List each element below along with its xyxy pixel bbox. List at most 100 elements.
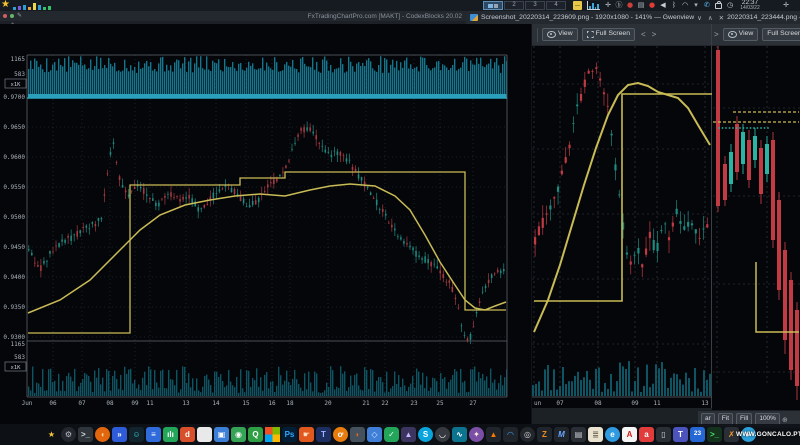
forward-button[interactable]: > <box>652 30 657 39</box>
settings-gear-icon[interactable]: ⚙ <box>61 427 76 442</box>
system-monitor-icon[interactable] <box>587 1 600 10</box>
view-button[interactable]: View <box>722 28 759 41</box>
keyboard-app-icon[interactable]: ▤ <box>571 427 586 442</box>
window-max-dot[interactable] <box>10 14 14 18</box>
discord-icon[interactable]: ◡ <box>435 427 450 442</box>
tray-overflow-icon[interactable]: ✛ <box>782 0 790 11</box>
svg-text:21: 21 <box>362 400 370 407</box>
gwenview1-title: Screenshot_20220314_223609.png - 1920x10… <box>481 14 695 21</box>
shade-button[interactable]: ∨ <box>697 14 702 22</box>
vlc-icon[interactable]: ▲ <box>486 427 501 442</box>
clipboard-icon[interactable]: ▤ <box>637 0 645 11</box>
svg-text:0.9350: 0.9350 <box>3 304 25 311</box>
smiley-app-icon[interactable]: ☺ <box>129 427 144 442</box>
close-button[interactable]: ✕ <box>719 14 724 22</box>
right-chart-image[interactable] <box>713 46 800 410</box>
ide-icon[interactable]: » <box>112 427 127 442</box>
m-app-icon[interactable]: M <box>554 427 569 442</box>
svg-text:06: 06 <box>49 400 57 407</box>
timer-icon[interactable]: ◷ <box>726 0 734 11</box>
green-terminal-icon[interactable]: >_ <box>707 427 722 442</box>
workspace-3[interactable]: 3 <box>525 1 545 10</box>
workspace-1[interactable] <box>483 1 503 10</box>
workspace-4[interactable]: 4 <box>546 1 566 10</box>
svg-text:1165: 1165 <box>11 56 26 63</box>
calendar-23-icon[interactable]: 23 <box>690 427 705 442</box>
system-tray[interactable]: ✛ ⓑ ● ▤ ● ◀ ᛒ ◠ ▾ ✆ ◷ <box>604 0 734 11</box>
obs-icon[interactable]: ◎ <box>520 427 535 442</box>
sticky-note-icon[interactable] <box>573 1 582 10</box>
photos-app-icon[interactable]: ▣ <box>214 427 229 442</box>
microsoft-logo-icon[interactable] <box>265 427 280 442</box>
fullscreen-button[interactable]: Full Screen <box>762 28 800 41</box>
palette-app-icon[interactable]: ✦ <box>469 427 484 442</box>
edge-icon[interactable]: e <box>605 427 620 442</box>
stream-app-icon[interactable]: ∿ <box>452 427 467 442</box>
favorites-star-icon[interactable]: ★ <box>44 427 59 442</box>
zoom-icon[interactable]: ⊕ <box>782 416 788 424</box>
stats-app-icon[interactable]: ılı <box>163 427 178 442</box>
svg-text:27: 27 <box>469 400 477 407</box>
hand-app-icon[interactable]: ☛ <box>299 427 314 442</box>
bluetooth-icon[interactable]: ᛒ <box>670 0 678 11</box>
toolbar-divider <box>537 27 538 42</box>
notes-app-icon[interactable]: ≣ <box>588 427 603 442</box>
white-app-icon[interactable] <box>197 427 212 442</box>
wifi-icon[interactable]: ◠ <box>681 0 689 11</box>
t-app-icon[interactable]: T <box>316 427 331 442</box>
camera-app-icon[interactable]: ◉ <box>231 427 246 442</box>
record-badge-icon[interactable]: ● <box>626 0 634 11</box>
desktop: ★ 234 ✛ ⓑ ● ▤ ● ◀ ᛒ ◠ ▾ ✆ ◷ 22:37 14/03/22 ✛ ✎ FxT… <box>0 0 800 445</box>
caret-down-icon[interactable]: ▾ <box>692 0 700 11</box>
red-a-app-icon[interactable]: a <box>639 427 654 442</box>
eye-icon <box>727 31 737 38</box>
firefox-icon[interactable]: ◖ <box>95 427 110 442</box>
volume-icon[interactable]: ◀ <box>659 0 667 11</box>
svg-text:20: 20 <box>324 400 332 407</box>
shark-app-icon[interactable]: ◠ <box>503 427 518 442</box>
terminal-icon[interactable]: >_ <box>78 427 93 442</box>
left-chart-window[interactable]: x1K x1K 1165 583 0.9700 0.9650 0.9600 0.9550 0.9… <box>0 24 532 424</box>
tasks-app-icon[interactable]: ≡ <box>146 427 161 442</box>
forward-button[interactable]: > <box>714 30 719 39</box>
right-chart-window[interactable] <box>713 46 800 410</box>
gwenview2-title: 20220314_223444.png - 1920x1080 - <box>727 14 800 21</box>
teams-icon[interactable]: T <box>673 427 688 442</box>
svg-text:14: 14 <box>212 400 220 407</box>
mountain-app-icon[interactable]: ▲ <box>401 427 416 442</box>
maximize-button[interactable]: ∧ <box>708 14 713 22</box>
svg-text:x1K: x1K <box>11 365 22 371</box>
back-button[interactable]: < <box>641 30 646 39</box>
workspace-2[interactable]: 2 <box>504 1 524 10</box>
blender-icon[interactable]: ơ <box>333 427 348 442</box>
svg-text:0.9600: 0.9600 <box>3 154 25 161</box>
mini-equalizer-bars <box>13 3 51 10</box>
b-circle-icon[interactable]: ⓑ <box>615 0 623 11</box>
left-chart-image[interactable]: x1K x1K 1165 583 0.9700 0.9650 0.9600 0.9550 0.9… <box>0 24 531 424</box>
mini-bar <box>18 6 21 10</box>
background-window-title: FxTradingChartPro.com [MAKT] - CodexBloc… <box>307 12 462 20</box>
photoshop-icon[interactable]: Ps <box>282 427 297 442</box>
lock-icon[interactable] <box>715 0 722 9</box>
clock[interactable]: 22:37 14/03/22 <box>734 0 766 11</box>
phone-app-icon[interactable]: ▯ <box>656 427 671 442</box>
favorites-star-icon[interactable]: ★ <box>1 0 10 10</box>
middle-chart-window[interactable]: un 07 08 09 11 13 <box>532 46 712 424</box>
z-app-icon[interactable]: Z <box>537 427 552 442</box>
kdeconnect-phone-icon[interactable]: ✆ <box>703 0 711 11</box>
middle-chart-image[interactable]: un 07 08 09 11 13 <box>532 46 712 424</box>
fish-app-icon[interactable]: ◗ <box>350 427 365 442</box>
pdf-reader-icon[interactable]: A <box>622 427 637 442</box>
workspace-pager[interactable]: 234 <box>483 1 566 10</box>
skype-icon[interactable]: S <box>418 427 433 442</box>
tools-cross-icon[interactable]: ✛ <box>604 0 612 11</box>
shield-app-icon[interactable]: ✓ <box>384 427 399 442</box>
view-button[interactable]: View <box>542 28 578 41</box>
gwenview-titlebar[interactable]: Screenshot_20220314_223609.png - 1920x10… <box>466 11 800 25</box>
fullscreen-button[interactable]: Full Screen <box>581 28 635 41</box>
window-close-dot[interactable] <box>3 14 7 18</box>
cube-app-icon[interactable]: ◇ <box>367 427 382 442</box>
record-dot-icon[interactable]: ● <box>648 0 656 11</box>
d-app-icon[interactable]: d <box>180 427 195 442</box>
search-app-icon[interactable]: Q <box>248 427 263 442</box>
